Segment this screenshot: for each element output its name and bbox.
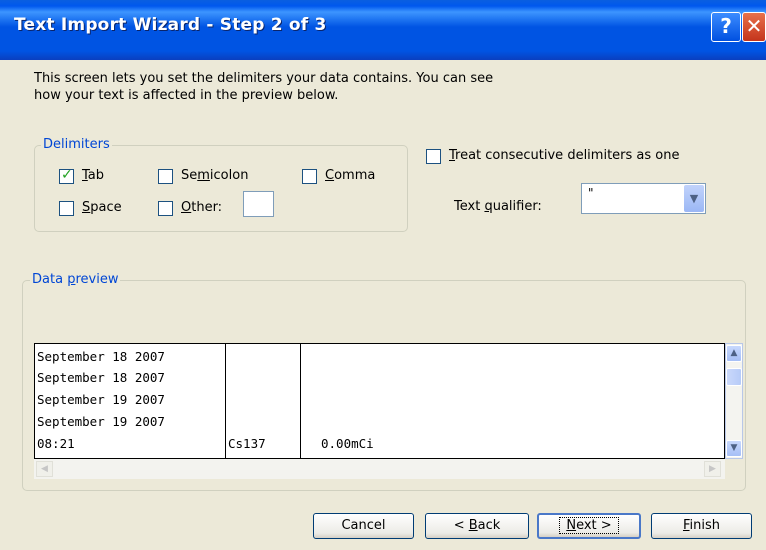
preview-row: September 19 2007 (37, 414, 165, 429)
title-bar[interactable]: Text Import Wizard - Step 2 of 3 ? ✕ (0, 0, 766, 60)
text-qualifier-value: " (588, 186, 594, 200)
help-button[interactable]: ? (711, 12, 741, 42)
chevron-down-icon[interactable]: ▼ (684, 185, 704, 212)
intro-text: This screen lets you set the delimiters … (34, 70, 594, 104)
tab-label[interactable]: Tab (82, 168, 104, 183)
preview-row: September 18 2007 (37, 370, 165, 385)
other-delimiter-input[interactable] (243, 191, 274, 217)
data-preview-grid[interactable]: September 18 2007 September 18 2007 Sept… (34, 343, 725, 459)
scroll-right-icon[interactable]: ▶ (704, 461, 721, 477)
consecutive-checkbox[interactable] (426, 149, 441, 164)
close-button[interactable]: ✕ (742, 12, 766, 42)
scroll-left-icon[interactable]: ◀ (36, 461, 53, 477)
other-checkbox[interactable] (158, 201, 173, 216)
text-qualifier-select[interactable]: " ▼ (581, 183, 706, 214)
preview-horizontal-scrollbar[interactable]: ◀ ▶ (34, 459, 725, 479)
preview-cell: Cs137 (228, 436, 266, 451)
semicolon-checkbox[interactable] (158, 169, 173, 184)
comma-label[interactable]: Comma (325, 168, 375, 183)
preview-cell: 0.00mCi (321, 436, 374, 451)
text-qualifier-label: Text qualifier: (454, 199, 542, 214)
space-label[interactable]: Space (82, 200, 122, 215)
preview-row: 08:21 (37, 436, 75, 451)
scroll-down-icon[interactable]: ▼ (726, 440, 742, 457)
space-checkbox[interactable] (59, 201, 74, 216)
close-icon: ✕ (745, 14, 763, 38)
delimiters-legend: Delimiters (41, 137, 112, 152)
consecutive-label[interactable]: Treat consecutive delimiters as one (449, 148, 679, 163)
delimiters-group (34, 145, 408, 232)
cancel-button[interactable]: Cancel (313, 513, 414, 539)
next-button[interactable]: Next > (537, 513, 641, 539)
help-icon: ? (720, 14, 732, 38)
window-title: Text Import Wizard - Step 2 of 3 (14, 15, 327, 35)
preview-row: September 18 2007 (37, 349, 165, 364)
intro-line-2: how your text is affected in the preview… (34, 88, 339, 103)
back-button[interactable]: < Back (425, 513, 529, 539)
intro-line-1: This screen lets you set the delimiters … (34, 71, 494, 86)
scrollbar-thumb[interactable] (726, 368, 742, 386)
checkmark-icon: ✓ (61, 167, 73, 183)
preview-row: September 19 2007 (37, 392, 165, 407)
tab-checkbox[interactable]: ✓ (59, 167, 74, 184)
data-preview-legend: Data preview (30, 272, 121, 287)
scroll-up-icon[interactable]: ▲ (726, 345, 742, 362)
semicolon-label[interactable]: Semicolon (181, 168, 248, 183)
other-label[interactable]: Other: (181, 200, 222, 215)
comma-checkbox[interactable] (302, 169, 317, 184)
preview-vertical-scrollbar[interactable]: ▲ ▼ (725, 343, 743, 459)
finish-button[interactable]: Finish (651, 513, 752, 539)
